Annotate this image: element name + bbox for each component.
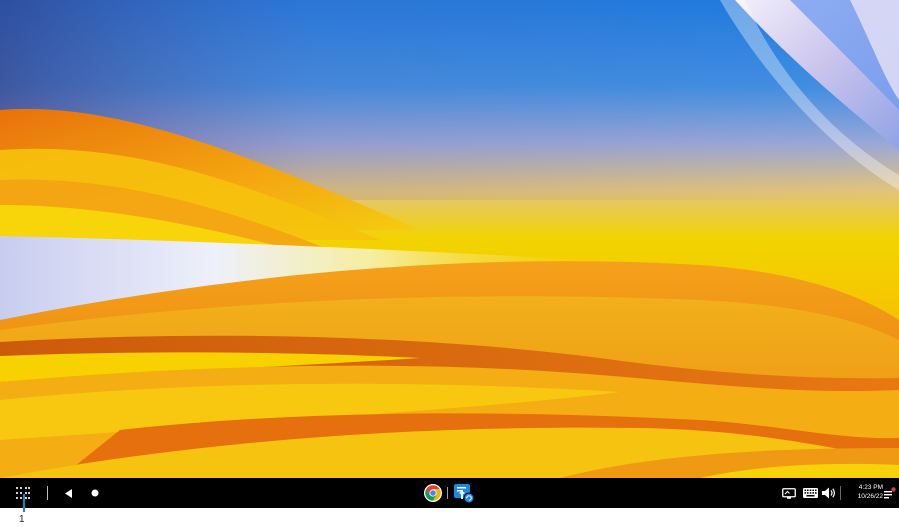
clock-date: 10/26/22 — [857, 492, 883, 500]
annotation-pointer-line — [22, 494, 25, 512]
notification-icon — [884, 487, 896, 499]
clock[interactable]: 4:23 PM 10/26/22 — [843, 484, 883, 504]
notification-button[interactable] — [883, 478, 897, 508]
chrome-icon — [424, 484, 442, 502]
desktop[interactable] — [0, 0, 899, 478]
screen-cast-icon — [782, 487, 796, 499]
back-button[interactable] — [60, 478, 78, 508]
shelf-separator — [447, 487, 448, 499]
tray-separator — [840, 486, 841, 500]
notification-dot — [891, 487, 896, 492]
clock-time: 4:23 PM — [858, 484, 883, 491]
shelf-app-certificate[interactable] — [451, 478, 477, 508]
volume-icon — [822, 487, 835, 499]
taskbar-separator — [47, 486, 48, 500]
back-triangle-icon — [65, 488, 72, 498]
home-dot-icon — [91, 489, 99, 497]
desktop-wallpaper — [0, 0, 899, 478]
annotation-label: 1 — [19, 514, 25, 525]
refresh-badge-icon — [463, 492, 475, 504]
certificate-app-icon — [454, 484, 475, 504]
volume-button[interactable] — [821, 478, 837, 508]
home-button[interactable] — [86, 478, 104, 508]
keyboard-icon — [802, 488, 818, 498]
taskbar: 4:23 PM 10/26/22 — [0, 478, 899, 508]
keyboard-button[interactable] — [801, 478, 819, 508]
screen-cast-button[interactable] — [780, 478, 798, 508]
shelf-app-chrome[interactable] — [422, 478, 444, 508]
